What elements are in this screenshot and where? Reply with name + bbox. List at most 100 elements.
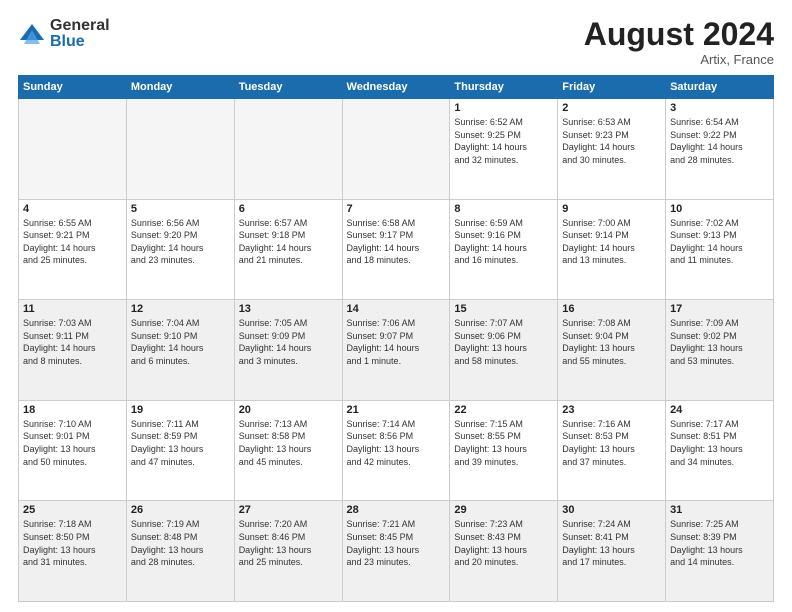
weekday-header-row: SundayMondayTuesdayWednesdayThursdayFrid… — [19, 76, 774, 99]
calendar-cell: 19 Sunrise: 7:11 AM Sunset: 8:59 PM Dayli… — [126, 400, 234, 501]
day-info: Sunrise: 6:52 AM Sunset: 9:25 PM Dayligh… — [454, 116, 553, 166]
calendar-cell — [126, 99, 234, 200]
day-number: 15 — [454, 303, 553, 315]
calendar-cell: 9 Sunrise: 7:00 AM Sunset: 9:14 PM Daylig… — [558, 199, 666, 300]
day-number: 16 — [562, 303, 661, 315]
weekday-header-monday: Monday — [126, 76, 234, 99]
day-number: 28 — [347, 504, 446, 516]
day-number: 21 — [347, 404, 446, 416]
day-info: Sunrise: 7:19 AM Sunset: 8:48 PM Dayligh… — [131, 518, 230, 568]
weekday-header-saturday: Saturday — [666, 76, 774, 99]
day-info: Sunrise: 7:08 AM Sunset: 9:04 PM Dayligh… — [562, 317, 661, 367]
day-number: 18 — [23, 404, 122, 416]
weekday-header-wednesday: Wednesday — [342, 76, 450, 99]
day-number: 19 — [131, 404, 230, 416]
calendar-cell: 12 Sunrise: 7:04 AM Sunset: 9:10 PM Dayli… — [126, 300, 234, 401]
calendar-cell: 24 Sunrise: 7:17 AM Sunset: 8:51 PM Dayli… — [666, 400, 774, 501]
day-info: Sunrise: 7:14 AM Sunset: 8:56 PM Dayligh… — [347, 418, 446, 468]
calendar-cell: 22 Sunrise: 7:15 AM Sunset: 8:55 PM Dayli… — [450, 400, 558, 501]
weekday-header-sunday: Sunday — [19, 76, 127, 99]
week-row-3: 11Sunrise: 7:03 AM Sunset: 9:11 PM Dayli… — [19, 300, 774, 401]
logo-icon — [18, 20, 46, 48]
day-info: Sunrise: 7:11 AM Sunset: 8:59 PM Dayligh… — [131, 418, 230, 468]
day-number: 23 — [562, 404, 661, 416]
week-row-1: 1 Sunrise: 6:52 AM Sunset: 9:25 PM Daylig… — [19, 99, 774, 200]
page: General Blue August 2024 Artix, France S… — [0, 0, 792, 612]
title-block: August 2024 Artix, France — [584, 18, 774, 67]
day-info: Sunrise: 7:25 AM Sunset: 8:39 PM Dayligh… — [670, 518, 769, 568]
calendar-cell: 21 Sunrise: 7:14 AM Sunset: 8:56 PM Dayli… — [342, 400, 450, 501]
logo: General Blue — [18, 18, 110, 50]
calendar-cell: 7 Sunrise: 6:58 AM Sunset: 9:17 PM Daylig… — [342, 199, 450, 300]
calendar-cell: 2Sunrise: 6:53 AM Sunset: 9:23 PM Daylig… — [558, 99, 666, 200]
week-row-2: 4Sunrise: 6:55 AM Sunset: 9:21 PM Daylig… — [19, 199, 774, 300]
calendar-cell: 6Sunrise: 6:57 AM Sunset: 9:18 PM Daylig… — [234, 199, 342, 300]
header: General Blue August 2024 Artix, France — [18, 18, 774, 67]
calendar-cell: 31 Sunrise: 7:25 AM Sunset: 8:39 PM Dayli… — [666, 501, 774, 602]
day-info: Sunrise: 7:06 AM Sunset: 9:07 PM Dayligh… — [347, 317, 446, 367]
calendar-cell: 26 Sunrise: 7:19 AM Sunset: 8:48 PM Dayli… — [126, 501, 234, 602]
day-number: 12 — [131, 303, 230, 315]
day-info: Sunrise: 6:58 AM Sunset: 9:17 PM Dayligh… — [347, 217, 446, 267]
day-number: 26 — [131, 504, 230, 516]
calendar-cell: 4Sunrise: 6:55 AM Sunset: 9:21 PM Daylig… — [19, 199, 127, 300]
day-info: Sunrise: 7:20 AM Sunset: 8:46 PM Dayligh… — [239, 518, 338, 568]
day-number: 7 — [347, 203, 446, 215]
day-number: 3 — [670, 102, 769, 114]
day-info: Sunrise: 7:00 AM Sunset: 9:14 PM Dayligh… — [562, 217, 661, 267]
location: Artix, France — [584, 52, 774, 67]
calendar-cell: 14 Sunrise: 7:06 AM Sunset: 9:07 PM Dayli… — [342, 300, 450, 401]
day-info: Sunrise: 7:04 AM Sunset: 9:10 PM Dayligh… — [131, 317, 230, 367]
day-number: 22 — [454, 404, 553, 416]
weekday-header-friday: Friday — [558, 76, 666, 99]
day-info: Sunrise: 7:18 AM Sunset: 8:50 PM Dayligh… — [23, 518, 122, 568]
calendar-cell: 13 Sunrise: 7:05 AM Sunset: 9:09 PM Dayli… — [234, 300, 342, 401]
day-info: Sunrise: 7:24 AM Sunset: 8:41 PM Dayligh… — [562, 518, 661, 568]
day-number: 31 — [670, 504, 769, 516]
day-number: 11 — [23, 303, 122, 315]
day-number: 20 — [239, 404, 338, 416]
calendar-cell: 28Sunrise: 7:21 AM Sunset: 8:45 PM Dayli… — [342, 501, 450, 602]
day-number: 6 — [239, 203, 338, 215]
day-number: 1 — [454, 102, 553, 114]
day-info: Sunrise: 6:56 AM Sunset: 9:20 PM Dayligh… — [131, 217, 230, 267]
month-title: August 2024 — [584, 18, 774, 50]
day-info: Sunrise: 7:05 AM Sunset: 9:09 PM Dayligh… — [239, 317, 338, 367]
day-info: Sunrise: 7:09 AM Sunset: 9:02 PM Dayligh… — [670, 317, 769, 367]
logo-text: General Blue — [50, 18, 110, 50]
calendar-cell — [19, 99, 127, 200]
day-number: 30 — [562, 504, 661, 516]
day-number: 14 — [347, 303, 446, 315]
day-number: 24 — [670, 404, 769, 416]
calendar-cell: 29 Sunrise: 7:23 AM Sunset: 8:43 PM Dayli… — [450, 501, 558, 602]
calendar-cell: 25 Sunrise: 7:18 AM Sunset: 8:50 PM Dayli… — [19, 501, 127, 602]
calendar-cell: 15Sunrise: 7:07 AM Sunset: 9:06 PM Dayli… — [450, 300, 558, 401]
calendar-cell — [234, 99, 342, 200]
day-info: Sunrise: 6:55 AM Sunset: 9:21 PM Dayligh… — [23, 217, 122, 267]
week-row-4: 18 Sunrise: 7:10 AM Sunset: 9:01 PM Dayli… — [19, 400, 774, 501]
calendar-cell: 16 Sunrise: 7:08 AM Sunset: 9:04 PM Dayli… — [558, 300, 666, 401]
day-number: 27 — [239, 504, 338, 516]
calendar-cell: 17 Sunrise: 7:09 AM Sunset: 9:02 PM Dayli… — [666, 300, 774, 401]
day-number: 9 — [562, 203, 661, 215]
weekday-header-tuesday: Tuesday — [234, 76, 342, 99]
logo-general: General — [50, 18, 110, 34]
day-number: 2 — [562, 102, 661, 114]
day-number: 13 — [239, 303, 338, 315]
day-number: 5 — [131, 203, 230, 215]
day-info: Sunrise: 6:59 AM Sunset: 9:16 PM Dayligh… — [454, 217, 553, 267]
calendar-cell — [342, 99, 450, 200]
day-number: 29 — [454, 504, 553, 516]
day-info: Sunrise: 6:54 AM Sunset: 9:22 PM Dayligh… — [670, 116, 769, 166]
day-info: Sunrise: 7:10 AM Sunset: 9:01 PM Dayligh… — [23, 418, 122, 468]
day-number: 25 — [23, 504, 122, 516]
day-info: Sunrise: 7:15 AM Sunset: 8:55 PM Dayligh… — [454, 418, 553, 468]
calendar-cell: 3 Sunrise: 6:54 AM Sunset: 9:22 PM Daylig… — [666, 99, 774, 200]
day-info: Sunrise: 7:02 AM Sunset: 9:13 PM Dayligh… — [670, 217, 769, 267]
day-info: Sunrise: 7:17 AM Sunset: 8:51 PM Dayligh… — [670, 418, 769, 468]
calendar-cell: 1 Sunrise: 6:52 AM Sunset: 9:25 PM Daylig… — [450, 99, 558, 200]
day-number: 17 — [670, 303, 769, 315]
calendar-cell: 8Sunrise: 6:59 AM Sunset: 9:16 PM Daylig… — [450, 199, 558, 300]
calendar-cell: 30 Sunrise: 7:24 AM Sunset: 8:41 PM Dayli… — [558, 501, 666, 602]
day-info: Sunrise: 7:23 AM Sunset: 8:43 PM Dayligh… — [454, 518, 553, 568]
